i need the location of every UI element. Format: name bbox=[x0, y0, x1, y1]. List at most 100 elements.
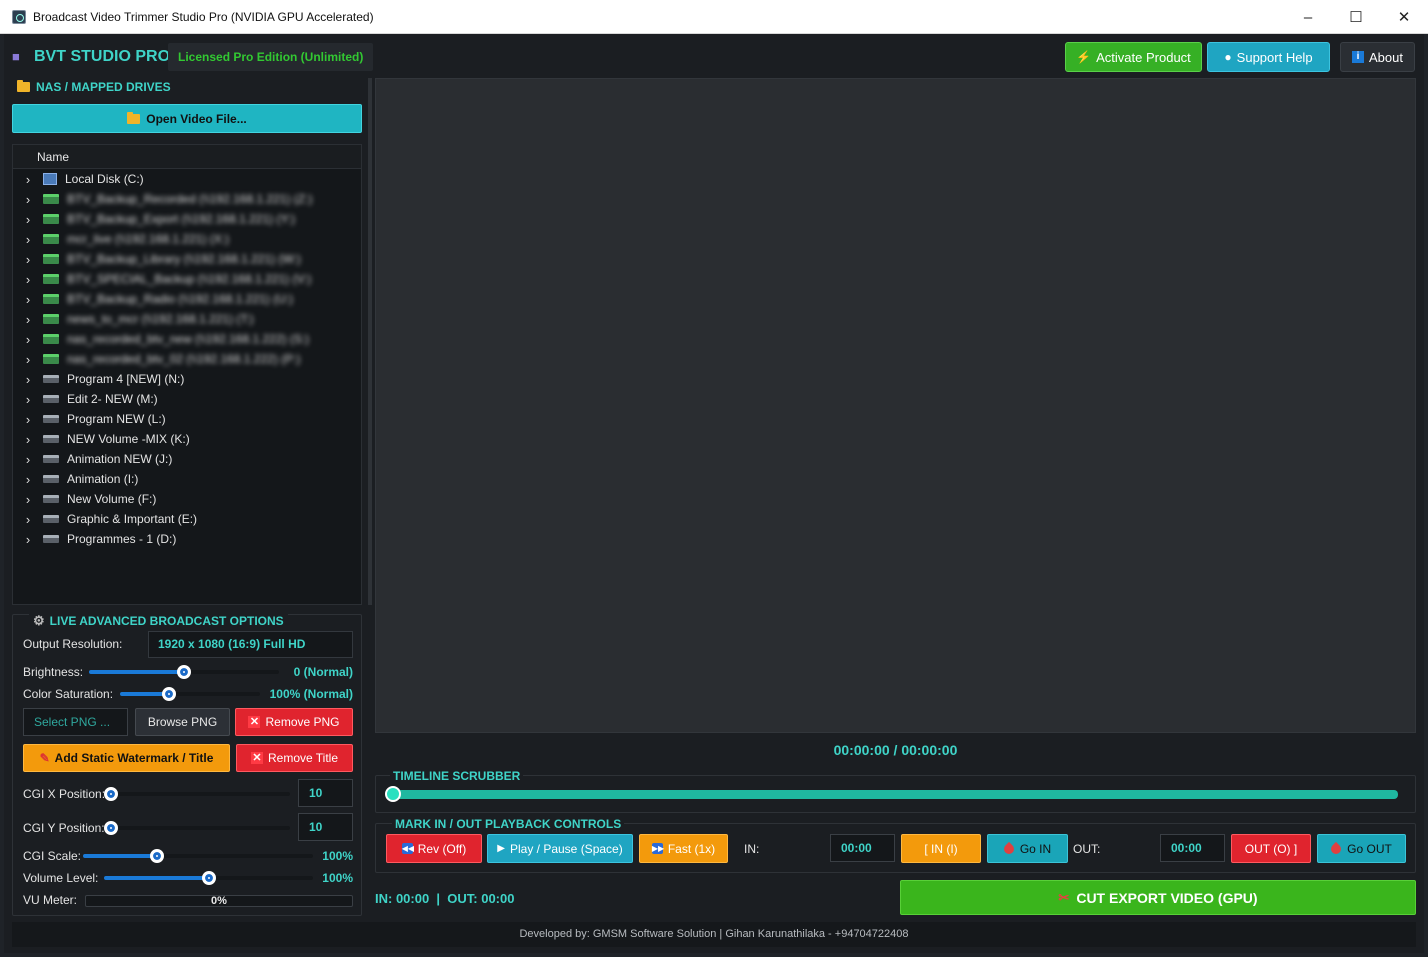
drive-item[interactable]: › Program NEW (L:) bbox=[13, 409, 361, 429]
go-in-label: Go IN bbox=[1019, 841, 1052, 856]
cgi-scale-slider[interactable] bbox=[83, 849, 313, 863]
browse-png-button[interactable]: Browse PNG bbox=[135, 708, 230, 736]
saturation-slider[interactable] bbox=[120, 687, 260, 701]
remove-png-button[interactable]: ✕ Remove PNG bbox=[235, 708, 353, 736]
drive-item[interactable]: › Edit 2- NEW (M:) bbox=[13, 389, 361, 409]
chevron-right-icon[interactable]: › bbox=[13, 472, 43, 487]
chevron-right-icon[interactable]: › bbox=[13, 272, 43, 287]
about-button[interactable]: i About bbox=[1340, 42, 1415, 72]
maximize-button[interactable]: ☐ bbox=[1332, 0, 1380, 34]
chevron-right-icon[interactable]: › bbox=[13, 252, 43, 267]
chevron-right-icon[interactable]: › bbox=[13, 352, 43, 367]
scissors-icon: ✂ bbox=[1058, 889, 1070, 905]
chevron-right-icon[interactable]: › bbox=[13, 312, 43, 327]
pencil-icon: ✎ bbox=[39, 751, 50, 765]
out-time-input[interactable]: 00:00 bbox=[1160, 834, 1225, 862]
drive-item[interactable]: › Program 4 [NEW] (N:) bbox=[13, 369, 361, 389]
video-preview[interactable] bbox=[375, 78, 1416, 733]
chevron-right-icon[interactable]: › bbox=[13, 512, 43, 527]
drive-item[interactable]: › Local Disk (C:) bbox=[13, 169, 361, 189]
drive-item[interactable]: › Programmes - 1 (D:) bbox=[13, 529, 361, 549]
drive-item-label: Programmes - 1 (D:) bbox=[67, 532, 177, 546]
mark-out-button[interactable]: OUT (O) ] bbox=[1231, 834, 1311, 863]
volume-slider[interactable] bbox=[104, 871, 313, 885]
drive-item[interactable]: › BTV_Backup_Export (\\192.168.1.221) (Y:… bbox=[13, 209, 361, 229]
drive-item[interactable]: › news_to_mcr (\\192.168.1.221) (T:) bbox=[13, 309, 361, 329]
chevron-right-icon[interactable]: › bbox=[13, 392, 43, 407]
drive-item-label: New Volume (F:) bbox=[67, 492, 157, 506]
play-icon: ▶ bbox=[497, 843, 505, 854]
cgi-scale-slider-knob[interactable] bbox=[149, 849, 164, 863]
chevron-right-icon[interactable]: › bbox=[13, 232, 43, 247]
drive-item[interactable]: › BTV_Backup_Recorded (\\192.168.1.221) (… bbox=[13, 189, 361, 209]
activate-product-button[interactable]: ⚡ Activate Product bbox=[1065, 42, 1202, 72]
select-png-input[interactable]: Select PNG ... bbox=[23, 708, 128, 736]
timeline-playhead[interactable] bbox=[385, 786, 401, 802]
drive-item[interactable]: › BTV_Backup_Library (\\192.168.1.221) (W… bbox=[13, 249, 361, 269]
drive-tree[interactable]: Name › Local Disk (C:) › BTV_Backup_Recorde… bbox=[12, 144, 362, 605]
play-pause-button[interactable]: ▶ Play / Pause (Space) bbox=[487, 834, 633, 863]
chevron-right-icon[interactable]: › bbox=[13, 332, 43, 347]
drive-item[interactable]: › New Volume (F:) bbox=[13, 489, 361, 509]
rev-button[interactable]: ◀◀ Rev (Off) bbox=[386, 834, 482, 863]
chevron-right-icon[interactable]: › bbox=[13, 172, 43, 187]
cgi-y-slider-knob[interactable] bbox=[104, 821, 118, 835]
mark-in-button[interactable]: [ IN (I) bbox=[901, 834, 981, 863]
chevron-right-icon[interactable]: › bbox=[13, 192, 43, 207]
cgi-y-input[interactable]: 10 bbox=[298, 813, 353, 841]
cgi-y-slider[interactable] bbox=[104, 821, 290, 835]
drive-item-label: NEW Volume -MIX (K:) bbox=[67, 432, 190, 446]
vu-meter-label: VU Meter: bbox=[23, 893, 78, 907]
add-watermark-button[interactable]: ✎ Add Static Watermark / Title bbox=[23, 744, 230, 772]
gear-icon: ⚙ bbox=[33, 613, 45, 628]
rewind-icon: ◀◀ bbox=[401, 843, 415, 854]
chevron-right-icon[interactable]: › bbox=[13, 432, 43, 447]
cgi-scale-label: CGI Scale: bbox=[23, 849, 82, 863]
chevron-right-icon[interactable]: › bbox=[13, 492, 43, 507]
drive-item[interactable]: › Animation (I:) bbox=[13, 469, 361, 489]
in-time-input[interactable]: 00:00 bbox=[830, 834, 895, 862]
chevron-right-icon[interactable]: › bbox=[13, 292, 43, 307]
saturation-slider-knob[interactable] bbox=[162, 687, 176, 701]
drive-item[interactable]: › NEW Volume -MIX (K:) bbox=[13, 429, 361, 449]
drive-item[interactable]: › nas_recorded_btv_new (\\192.168.1.222) … bbox=[13, 329, 361, 349]
cgi-x-slider-knob[interactable] bbox=[104, 787, 118, 801]
timeline-track[interactable] bbox=[388, 790, 1398, 799]
chevron-right-icon[interactable]: › bbox=[13, 212, 43, 227]
close-button[interactable]: ✕ bbox=[1380, 0, 1428, 34]
support-help-button[interactable]: ● Support Help bbox=[1207, 42, 1330, 72]
output-resolution-select[interactable]: 1920 x 1080 (16:9) Full HD bbox=[148, 631, 353, 658]
drive-item-label: BTV_Backup_Radio (\\192.168.1.221) (U:) bbox=[67, 292, 294, 306]
hard-drive-icon bbox=[43, 535, 59, 543]
fast-forward-button[interactable]: ▶▶ Fast (1x) bbox=[639, 834, 728, 863]
chevron-right-icon[interactable]: › bbox=[13, 452, 43, 467]
drive-item[interactable]: › mcr_live (\\192.168.1.221) (X:) bbox=[13, 229, 361, 249]
drive-item[interactable]: › BTV_Backup_Radio (\\192.168.1.221) (U:) bbox=[13, 289, 361, 309]
window-titlebar: Broadcast Video Trimmer Studio Pro (NVID… bbox=[0, 0, 1428, 34]
drive-item[interactable]: › BTV_SPECIAL_Backup (\\192.168.1.221) (V… bbox=[13, 269, 361, 289]
drive-item[interactable]: › Graphic & Important (E:) bbox=[13, 509, 361, 529]
minimize-button[interactable]: – bbox=[1284, 0, 1332, 34]
chevron-right-icon[interactable]: › bbox=[13, 532, 43, 547]
saturation-label: Color Saturation: bbox=[23, 687, 114, 701]
cut-export-button[interactable]: ✂ CUT EXPORT VIDEO (GPU) bbox=[900, 880, 1416, 915]
pin-icon bbox=[1329, 841, 1344, 856]
chevron-right-icon[interactable]: › bbox=[13, 372, 43, 387]
open-video-file-button[interactable]: Open Video File... bbox=[12, 104, 362, 133]
drive-item[interactable]: › nas_recorded_btv_02 (\\192.168.1.222) (… bbox=[13, 349, 361, 369]
drive-item-label: Animation NEW (J:) bbox=[67, 452, 173, 466]
tree-column-name[interactable]: Name bbox=[13, 145, 361, 169]
volume-slider-knob[interactable] bbox=[201, 871, 216, 885]
chevron-right-icon[interactable]: › bbox=[13, 412, 43, 427]
panel-splitter[interactable] bbox=[368, 78, 372, 605]
drive-item[interactable]: › Animation NEW (J:) bbox=[13, 449, 361, 469]
cgi-x-input[interactable]: 10 bbox=[298, 779, 353, 807]
remove-title-button[interactable]: ✕ Remove Title bbox=[236, 744, 353, 772]
brightness-slider-knob[interactable] bbox=[177, 665, 191, 679]
go-in-button[interactable]: Go IN bbox=[987, 834, 1068, 863]
cgi-x-slider[interactable] bbox=[104, 787, 290, 801]
go-out-button[interactable]: Go OUT bbox=[1317, 834, 1406, 863]
remove-title-label: Remove Title bbox=[267, 751, 339, 765]
network-drive-icon bbox=[43, 274, 59, 284]
drive-item-label: BTV_Backup_Library (\\192.168.1.221) (W:… bbox=[67, 252, 301, 266]
